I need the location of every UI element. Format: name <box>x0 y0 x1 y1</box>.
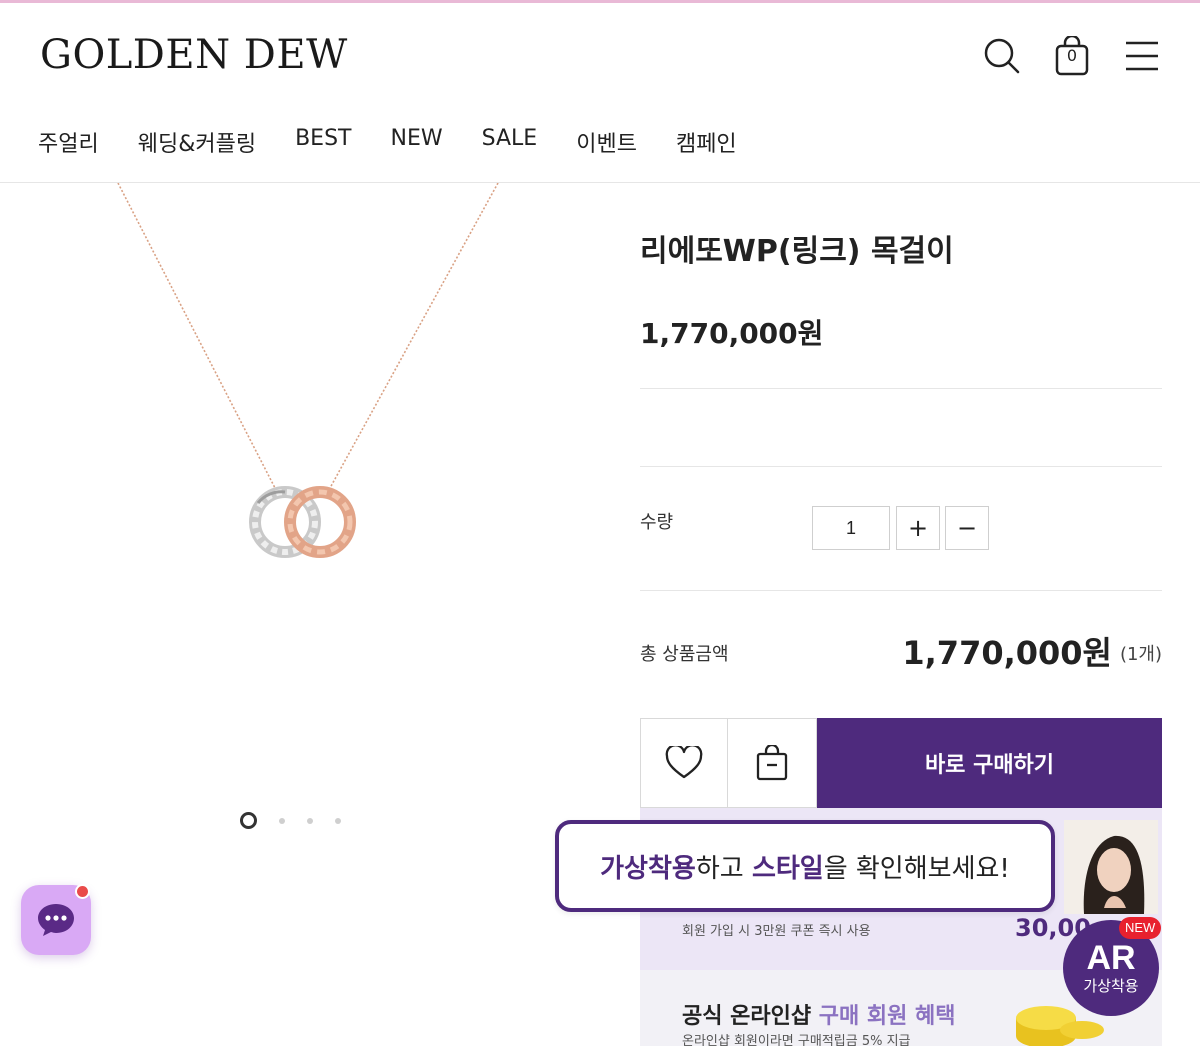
shopping-bag-icon <box>756 745 788 781</box>
model-photo <box>1064 820 1158 914</box>
quantity-label: 수량 <box>640 512 674 533</box>
virtual-tryon-tooltip[interactable]: 가상착용 하고 스타일 을 확인해보세요! <box>555 820 1055 912</box>
nav-item-campaign[interactable]: 캠페인 <box>676 126 737 158</box>
cart-count: 0 <box>1066 46 1078 65</box>
heart-icon <box>665 746 703 779</box>
nav-item-new[interactable]: NEW <box>391 126 443 158</box>
new-badge: NEW <box>1119 917 1162 939</box>
total-amount: 1,770,000원 <box>902 634 1112 672</box>
quantity-input[interactable] <box>812 506 890 550</box>
nav-item-jewelry[interactable]: 주얼리 <box>38 126 99 158</box>
hamburger-menu-icon[interactable] <box>1118 32 1166 80</box>
buy-now-button[interactable]: 바로 구매하기 <box>817 718 1162 808</box>
product-title: 리에또WP(링크) 목걸이 <box>640 234 954 269</box>
pagination-dot[interactable] <box>335 817 341 824</box>
pagination-dot[interactable] <box>279 817 285 824</box>
benefit-title-prefix: 공식 온라인샵 <box>682 1004 812 1029</box>
cart-button[interactable]: 0 <box>1048 32 1096 80</box>
benefit-title-highlight: 구매 회원 혜택 <box>818 1004 956 1029</box>
product-image[interactable] <box>60 182 560 763</box>
quantity-plus-button[interactable]: + <box>896 506 940 550</box>
search-icon[interactable] <box>978 32 1026 80</box>
divider <box>640 590 1162 591</box>
ar-sublabel: 가상착용 <box>1083 977 1139 995</box>
add-to-cart-button[interactable] <box>727 718 817 808</box>
tooltip-highlight-style: 스타일 <box>751 853 824 884</box>
tooltip-text: 하고 <box>695 853 752 884</box>
tooltip-text: 을 확인해보세요! <box>823 853 1010 884</box>
nav-item-wedding-couple-ring[interactable]: 웨딩&커플링 <box>138 126 256 158</box>
brand-logo[interactable]: GOLDEN DEW <box>40 32 348 78</box>
quantity-minus-button[interactable]: − <box>945 506 989 550</box>
chat-bubble-icon <box>38 904 74 936</box>
image-pagination <box>240 812 341 829</box>
wishlist-button[interactable] <box>640 718 728 808</box>
benefit-title: 공식 온라인샵 구매 회원 혜택 <box>682 998 956 1030</box>
product-price: 1,770,000원 <box>640 317 824 350</box>
pagination-dot-active[interactable] <box>240 812 257 829</box>
nav-item-sale[interactable]: SALE <box>482 126 538 158</box>
nav-item-event[interactable]: 이벤트 <box>576 126 637 158</box>
benefit-subtext: 온라인샵 회원이라면 구매적립금 5% 지급 <box>682 1034 911 1046</box>
ar-label: AR <box>1086 939 1136 977</box>
main-nav: 주얼리 웨딩&커플링 BEST NEW SALE 이벤트 캠페인 <box>38 126 737 158</box>
chat-notification-badge <box>75 884 90 899</box>
total-label: 총 상품금액 <box>640 644 729 665</box>
top-accent-line <box>0 0 1200 3</box>
signup-coupon-subtext: 회원 가입 시 3만원 쿠폰 즉시 사용 <box>682 924 871 939</box>
tooltip-highlight-tryon: 가상착용 <box>600 853 696 884</box>
total-count: (1개) <box>1119 644 1162 665</box>
nav-item-best[interactable]: BEST <box>295 126 351 158</box>
divider <box>640 466 1162 467</box>
divider <box>640 388 1162 389</box>
pagination-dot[interactable] <box>307 817 313 824</box>
